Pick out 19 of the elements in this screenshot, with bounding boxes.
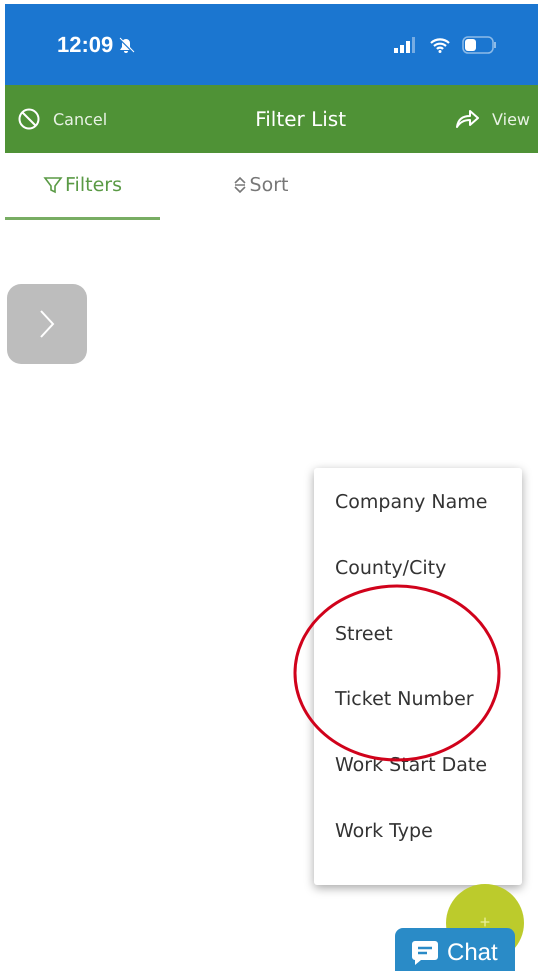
- expand-button[interactable]: [7, 284, 87, 364]
- chat-bubble-icon: [411, 939, 439, 967]
- menu-item[interactable]: Ticket Number: [314, 687, 522, 754]
- menu-item[interactable]: County/City: [314, 556, 522, 622]
- wifi-icon: [430, 36, 450, 52]
- sort-icon: [232, 175, 248, 195]
- filter-icon: [43, 175, 64, 195]
- signal-icon: [394, 36, 418, 52]
- chat-button[interactable]: Chat: [395, 928, 515, 971]
- prohibited-icon: [17, 107, 41, 131]
- share-arrow-icon: [454, 108, 480, 130]
- chevron-right-icon: [39, 309, 55, 339]
- tab[interactable]: Sort: [160, 153, 360, 220]
- screen-title: Filter List: [254, 107, 348, 131]
- menu-item[interactable]: Street: [314, 622, 522, 688]
- clock: 12:09: [57, 32, 114, 58]
- menu-item[interactable]: Work Type: [314, 819, 522, 885]
- battery-icon: [462, 36, 498, 54]
- menu-item[interactable]: Company Name: [314, 490, 522, 556]
